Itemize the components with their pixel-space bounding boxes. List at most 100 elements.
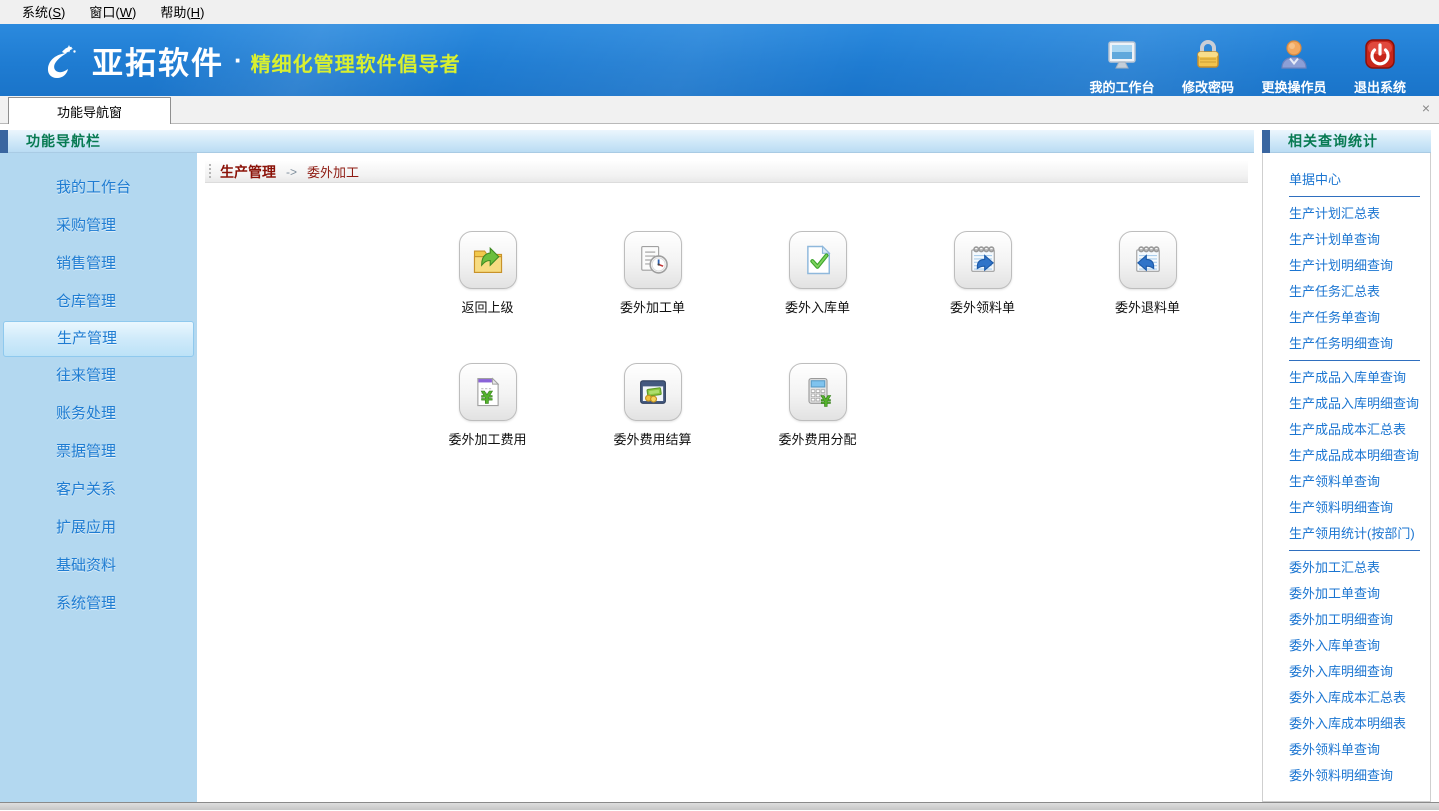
right-section-header: 相关查询统计 — [1262, 130, 1431, 153]
query-link[interactable]: 生产成品成本汇总表 — [1263, 417, 1430, 443]
sidebar-item-sales[interactable]: 销售管理 — [0, 245, 197, 283]
tab-function-navigator[interactable]: 功能导航窗 — [8, 97, 171, 124]
module-fee-settlement[interactable]: 委外费用结算 — [570, 363, 735, 448]
query-link[interactable]: 委外领料单查询 — [1263, 737, 1430, 763]
brand-separator: · — [234, 45, 243, 76]
main-area: 生产管理 -> 委外加工 返回上级 — [197, 153, 1254, 802]
query-link[interactable]: 生产计划明细查询 — [1263, 253, 1430, 279]
brand-logo-icon — [36, 39, 80, 83]
sidebar-item-accounting[interactable]: 账务处理 — [0, 395, 197, 433]
query-link[interactable]: 生产领料单查询 — [1263, 469, 1430, 495]
module-grid: 返回上级 委外加工单 — [405, 231, 1245, 495]
menu-bar: 系统(S) 窗口(W) 帮助(H) — [0, 0, 1439, 24]
module-fee-allocation[interactable]: ¥ 委外费用分配 — [735, 363, 900, 448]
doc-clock-icon — [624, 231, 682, 289]
query-link[interactable]: 委外入库单查询 — [1263, 633, 1430, 659]
query-link[interactable]: 委外入库明细查询 — [1263, 659, 1430, 685]
module-outsource-picking[interactable]: 委外领料单 — [900, 231, 1065, 316]
svg-text:¥: ¥ — [820, 394, 830, 410]
brand: 亚拓软件 · 精细化管理软件倡导者 — [36, 38, 461, 83]
brand-name: 亚拓软件 — [92, 38, 224, 83]
sidebar-item-purchasing[interactable]: 采购管理 — [0, 207, 197, 245]
query-link[interactable]: 委外加工明细查询 — [1263, 607, 1430, 633]
monitor-icon — [1104, 35, 1140, 73]
window-bottom-edge — [0, 802, 1439, 810]
folder-up-icon — [459, 231, 517, 289]
query-link[interactable]: 生产计划单查询 — [1263, 227, 1430, 253]
query-link[interactable]: 委外入库成本汇总表 — [1263, 685, 1430, 711]
query-link[interactable]: 生产成品成本明细查询 — [1263, 443, 1430, 469]
divider — [1289, 360, 1420, 361]
breadcrumb: 生产管理 -> 委外加工 — [205, 161, 1248, 183]
query-link[interactable]: 委外加工单查询 — [1263, 581, 1430, 607]
exit-system-button[interactable]: 退出系统 — [1337, 33, 1423, 96]
close-icon[interactable]: × — [1422, 101, 1430, 115]
drag-handle-icon[interactable] — [207, 164, 212, 180]
module-outsource-inbound[interactable]: 委外入库单 — [735, 231, 900, 316]
query-link[interactable]: 生产成品入库单查询 — [1263, 365, 1430, 391]
module-label: 委外加工单 — [620, 297, 685, 316]
module-label: 委外加工费用 — [448, 429, 526, 448]
module-label: 委外领料单 — [950, 297, 1015, 316]
change-password-button[interactable]: 修改密码 — [1165, 33, 1251, 96]
query-link[interactable]: 生产计划汇总表 — [1263, 201, 1430, 227]
query-link[interactable]: 生产领用统计(按部门) — [1263, 521, 1430, 547]
sidebar-item-warehouse[interactable]: 仓库管理 — [0, 283, 197, 321]
module-outsource-order[interactable]: 委外加工单 — [570, 231, 735, 316]
divider — [1289, 196, 1420, 197]
menu-help[interactable]: 帮助(H) — [148, 0, 216, 24]
sidebar-item-bills[interactable]: 票据管理 — [0, 433, 197, 471]
header-gap — [1254, 130, 1262, 153]
svg-text:¥: ¥ — [481, 387, 493, 407]
query-link[interactable]: 委外入库成本明细表 — [1263, 711, 1430, 737]
power-icon — [1362, 35, 1398, 73]
breadcrumb-current: 委外加工 — [307, 162, 359, 181]
module-label: 返回上级 — [461, 297, 513, 316]
menu-system[interactable]: 系统(S) — [10, 0, 77, 24]
query-link[interactable]: 生产领料明细查询 — [1263, 495, 1430, 521]
query-link[interactable]: 生产任务单查询 — [1263, 305, 1430, 331]
right-panel-title: 相关查询统计 — [1270, 131, 1378, 151]
sidebar-item-production[interactable]: 生产管理 — [3, 321, 194, 357]
sidebar-item-crm[interactable]: 客户关系 — [0, 471, 197, 509]
breadcrumb-parent[interactable]: 生产管理 — [220, 162, 276, 182]
right-header-accent — [1262, 130, 1270, 153]
section-headers: 功能导航栏 相关查询统计 — [0, 130, 1439, 153]
module-outsource-fee[interactable]: ¥ 委外加工费用 — [405, 363, 570, 448]
sidebar-item-my-workbench[interactable]: 我的工作台 — [0, 169, 197, 207]
breadcrumb-arrow-icon: -> — [286, 165, 297, 179]
menu-window[interactable]: 窗口(W) — [77, 0, 148, 24]
switch-operator-button[interactable]: 更换操作员 — [1251, 33, 1337, 96]
left-header-accent — [0, 130, 8, 153]
sidebar-item-contacts[interactable]: 往来管理 — [0, 357, 197, 395]
divider — [1289, 550, 1420, 551]
module-label: 委外费用结算 — [613, 429, 691, 448]
query-link[interactable]: 生产成品入库明细查询 — [1263, 391, 1430, 417]
header-actions: 我的工作台 修改密码 更换操作员 — [1079, 33, 1423, 96]
module-go-up[interactable]: 返回上级 — [405, 231, 570, 316]
query-panel: 单据中心 生产计划汇总表 生产计划单查询 生产计划明细查询 生产任务汇总表 生产… — [1262, 153, 1431, 802]
window-money-icon — [624, 363, 682, 421]
module-label: 委外入库单 — [785, 297, 850, 316]
module-outsource-return[interactable]: 委外退料单 — [1065, 231, 1230, 316]
query-link[interactable]: 委外领料明细查询 — [1263, 763, 1430, 789]
workspace: 我的工作台 采购管理 销售管理 仓库管理 生产管理 往来管理 账务处理 票据管理… — [0, 153, 1439, 802]
left-panel-title: 功能导航栏 — [8, 131, 101, 151]
brand-slogan: 精细化管理软件倡导者 — [251, 44, 461, 77]
my-workbench-button[interactable]: 我的工作台 — [1079, 33, 1165, 96]
tab-strip: 功能导航窗 × — [0, 96, 1439, 124]
query-link[interactable]: 委外加工汇总表 — [1263, 555, 1430, 581]
calculator-yen-icon: ¥ — [789, 363, 847, 421]
doc-check-icon — [789, 231, 847, 289]
sidebar-item-base-data[interactable]: 基础资料 — [0, 547, 197, 585]
query-link[interactable]: 生产任务汇总表 — [1263, 279, 1430, 305]
module-label: 委外退料单 — [1115, 297, 1180, 316]
app-header: 亚拓软件 · 精细化管理软件倡导者 我的工作台 — [0, 24, 1439, 96]
query-link[interactable]: 生产任务明细查询 — [1263, 331, 1430, 357]
sidebar-item-system[interactable]: 系统管理 — [0, 585, 197, 623]
operator-icon — [1276, 35, 1312, 73]
left-section-header: 功能导航栏 — [0, 130, 1254, 153]
sidebar-item-extensions[interactable]: 扩展应用 — [0, 509, 197, 547]
lock-icon — [1191, 35, 1225, 73]
query-link-doc-center[interactable]: 单据中心 — [1263, 167, 1430, 193]
